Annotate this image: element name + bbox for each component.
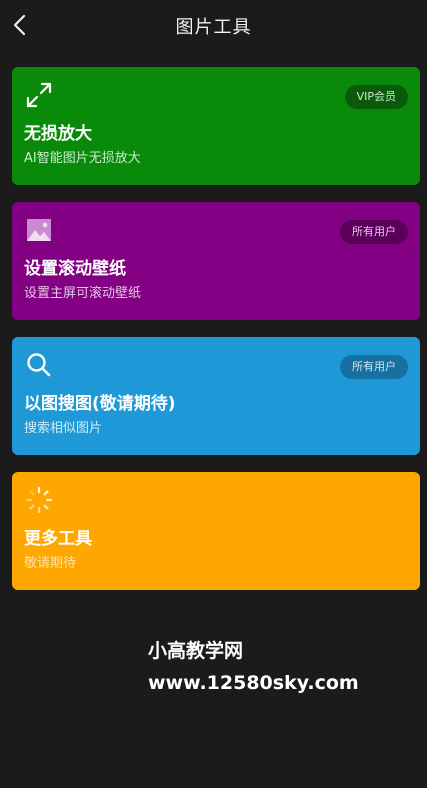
watermark-site-name: 小高教学网	[148, 640, 244, 662]
card-reverse-image-search[interactable]: 所有用户 以图搜图(敬请期待) 搜索相似图片	[12, 337, 420, 455]
page-title: 图片工具	[175, 17, 252, 38]
badge-all-users: 所有用户	[340, 220, 408, 244]
card-title: 无损放大	[24, 124, 92, 144]
loading-icon	[25, 486, 53, 514]
card-subtitle: 设置主屏可滚动壁纸	[24, 286, 142, 301]
expand-icon	[26, 82, 52, 108]
card-subtitle: AI智能图片无损放大	[24, 151, 141, 166]
badge-all-users: 所有用户	[340, 355, 408, 379]
card-icon-container	[25, 351, 53, 379]
card-lossless-upscale[interactable]: VIP会员 无损放大 AI智能图片无损放大	[12, 67, 420, 185]
watermark-site-url: www.12580sky.com	[148, 672, 359, 694]
card-more-tools[interactable]: 更多工具 敬请期待	[12, 472, 420, 590]
badge-vip: VIP会员	[344, 85, 408, 109]
card-subtitle: 搜索相似图片	[24, 421, 103, 436]
card-title: 以图搜图(敬请期待)	[24, 394, 176, 414]
card-title: 更多工具	[24, 529, 92, 549]
card-title: 设置滚动壁纸	[24, 259, 126, 279]
header-bar: 图片工具	[0, 0, 427, 52]
card-icon-container	[25, 486, 53, 514]
card-scroll-wallpaper[interactable]: 所有用户 设置滚动壁纸 设置主屏可滚动壁纸	[12, 202, 420, 320]
search-icon	[27, 353, 51, 377]
card-icon-container	[25, 216, 53, 244]
card-subtitle: 敬请期待	[24, 556, 77, 571]
image-icon	[27, 219, 51, 241]
card-icon-container	[25, 81, 53, 109]
